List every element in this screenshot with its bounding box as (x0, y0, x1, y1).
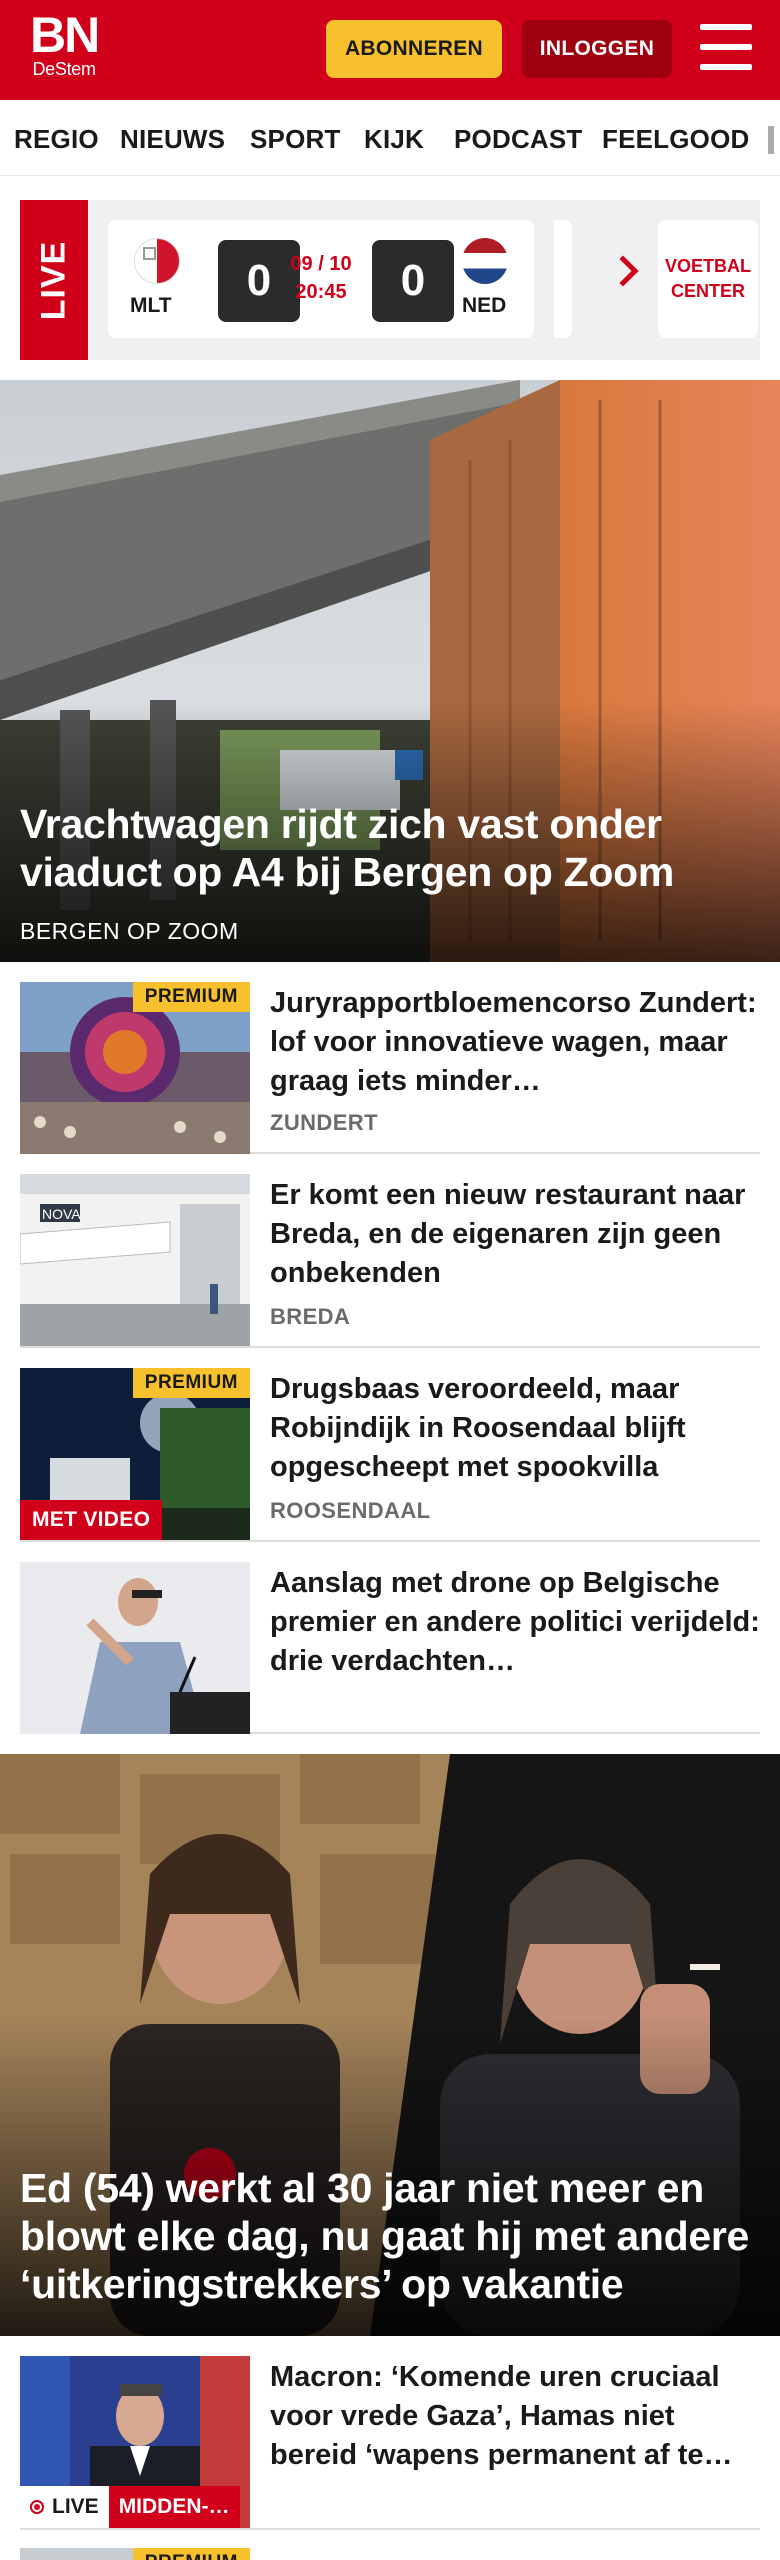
match-date: 09 / 10 (290, 253, 352, 275)
premium-badge: PREMIUM (132, 2548, 250, 2560)
nav-item-kijk[interactable]: KIJK (364, 124, 424, 155)
article-thumbnail: NOVA (20, 1174, 250, 1346)
malta-flag-icon (134, 238, 180, 284)
list-item[interactable]: PREMIUM MET VIDEO Drugsbaas veroordeeld,… (20, 1368, 760, 1542)
restaurant-image: NOVA (20, 1174, 250, 1346)
article-location: ROOSENDAAL (270, 1498, 431, 1523)
away-team: NED (462, 294, 507, 317)
nav-item-nieuws[interactable]: NIEUWS (120, 124, 225, 155)
live-label: LIVE (52, 2495, 99, 2518)
article-thumbnail (20, 1562, 250, 1734)
logo-sub: DeStem (32, 59, 96, 79)
logo-main: BN (30, 7, 100, 63)
list-item[interactable]: PREMIUM (20, 2548, 760, 2560)
article-title: Macron: ‘Komende uren cruciaal voor vred… (270, 2361, 733, 2471)
site-header: BN DeStem ABONNEREN INLOGGEN (0, 0, 780, 100)
live-scores-widget: LIVE MLT 0 09 / 10 20:45 0 NED VOETBAL CE… (20, 200, 760, 360)
svg-text:NOVA: NOVA (42, 1206, 81, 1222)
match-card[interactable]: MLT 0 09 / 10 20:45 0 NED (108, 220, 534, 338)
netherlands-flag-icon (462, 238, 508, 284)
away-score: 0 (372, 240, 454, 322)
hero-1-location: BERGEN OP ZOOM (20, 918, 239, 944)
article-title: Drugsbaas veroordeeld, maar Robijndijk i… (270, 1373, 686, 1483)
home-team: MLT (130, 294, 172, 317)
video-badge: MET VIDEO (20, 1500, 163, 1540)
site-logo[interactable]: BN DeStem (30, 7, 100, 80)
match-time: 20:45 (295, 281, 347, 303)
article-thumbnail: PREMIUM (20, 982, 250, 1154)
hero-article-1[interactable]: Vrachtwagen rijdt zich vast onder viaduc… (0, 380, 780, 962)
section-nav: REGIO NIEUWS SPORT KIJK PODCAST FEELGOOD (0, 100, 780, 176)
article-title: Aanslag met drone op Belgische premier e… (270, 1567, 760, 1677)
next-match-card-peek[interactable] (554, 220, 572, 338)
politician-speech-image (20, 1562, 250, 1734)
article-thumbnail: PREMIUM (20, 2548, 250, 2560)
next-match-scroller: VOETBAL CENTER (554, 220, 758, 338)
list-item[interactable]: LIVE MIDDEN-… Macron: ‘Komende uren cruc… (20, 2356, 760, 2530)
nav-item-sport[interactable]: SPORT (250, 124, 341, 155)
chevron-right-icon[interactable] (607, 255, 639, 287)
article-location: BREDA (270, 1304, 351, 1329)
live-dot-icon (30, 2500, 44, 2514)
article-location: ZUNDERT (270, 1110, 378, 1135)
article-thumbnail: LIVE MIDDEN-… (20, 2356, 250, 2528)
hero-article-2[interactable]: Ed (54) werkt al 30 jaar niet meer en bl… (0, 1754, 780, 2336)
nav-overflow-indicator (768, 126, 774, 154)
nav-item-podcast[interactable]: PODCAST (454, 124, 583, 155)
list-item[interactable]: Aanslag met drone op Belgische premier e… (20, 1562, 760, 1734)
article-title: Er komt een nieuw restaurant naar Breda,… (270, 1179, 746, 1289)
login-button[interactable]: INLOGGEN (522, 20, 672, 78)
hamburger-menu-icon[interactable] (700, 24, 752, 70)
list-item[interactable]: NOVA Er komt een nieuw restaurant naar B… (20, 1174, 760, 1348)
nav-item-regio[interactable]: REGIO (14, 124, 99, 155)
category-label: MIDDEN-… (108, 2486, 240, 2528)
hero-1-title: Vrachtwagen rijdt zich vast onder viaduc… (20, 801, 675, 895)
subscribe-button[interactable]: ABONNEREN (326, 20, 502, 78)
article-title: Juryrapportbloemencorso Zundert: lof voo… (270, 987, 757, 1097)
live-chip: LIVE MIDDEN-… (20, 2486, 240, 2528)
match-datetime: 09 / 10 20:45 (278, 250, 364, 306)
hero-2-title: Ed (54) werkt al 30 jaar niet meer en bl… (20, 2165, 750, 2307)
nav-item-feelgood[interactable]: FEELGOOD (602, 124, 750, 155)
list-item[interactable]: PREMIUM Juryrapportbloemencorso Zundert:… (20, 982, 760, 1154)
article-thumbnail: PREMIUM MET VIDEO (20, 1368, 250, 1540)
voetbal-center-link[interactable]: VOETBAL CENTER (658, 220, 758, 338)
premium-badge: PREMIUM (132, 982, 250, 1012)
live-tag: LIVE (20, 200, 88, 360)
premium-badge: PREMIUM (132, 1368, 250, 1398)
